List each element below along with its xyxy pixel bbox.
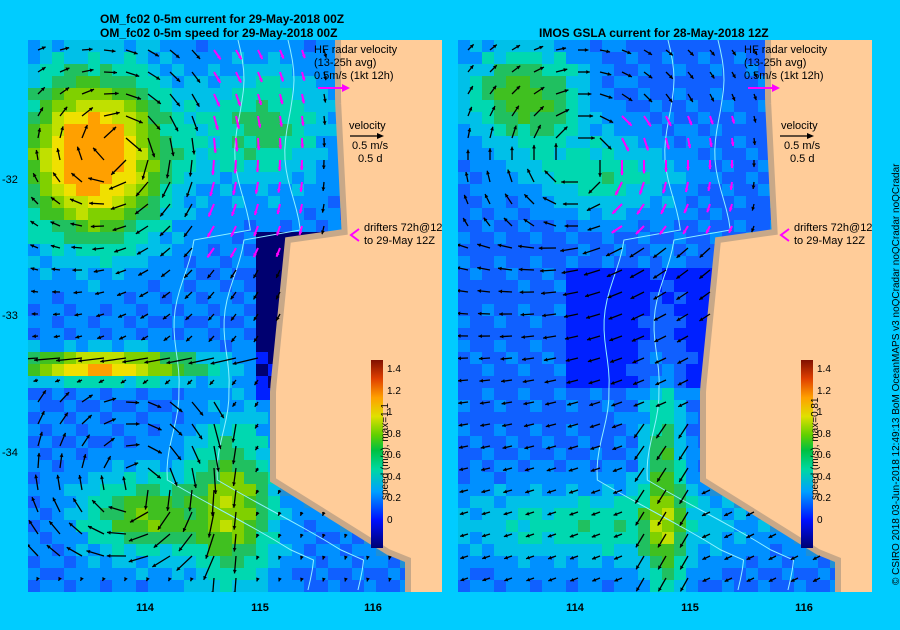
- colorbar-tick: 0: [387, 514, 393, 526]
- colorbar-tick: 0.6: [817, 450, 831, 461]
- credit-text: © CSIRO 2018 03-Jun-2018 12:49:13 BoM Oc…: [891, 163, 900, 585]
- hf-legend-line3-right: 0.5m/s (1kt 12h): [744, 70, 824, 82]
- colorbar-tick: 0.2: [387, 493, 401, 504]
- left-title-current: OM_fc02 0-5m current for 29-May-2018 00Z: [100, 12, 345, 26]
- lon-label-114-right: 114: [566, 602, 584, 614]
- hf-legend-line1-right: HF radar velocity: [744, 44, 828, 56]
- lon-label-116-right: 116: [795, 602, 813, 614]
- velocity-legend-line3-right: 0.5 d: [790, 153, 815, 165]
- hf-legend-line1: HF radar velocity: [314, 44, 398, 56]
- right-title: IMOS GSLA current for 28-May-2018 12Z: [539, 26, 769, 40]
- right-map-panel: HF radar velocity (13-25h avg) 0.5m/s (1…: [458, 40, 872, 592]
- colorbar-tick: 1: [817, 407, 823, 418]
- drifter-legend-line2-right: to 29-May 12Z: [794, 235, 865, 247]
- lat-label-34: -34: [2, 447, 18, 459]
- colorbar-tick: 0.4: [387, 471, 401, 483]
- drifter-legend-line1: drifters 72h@12h: [364, 222, 442, 234]
- velocity-legend-line1: velocity: [349, 120, 386, 132]
- left-map-panel: HF radar velocity (13-25h avg) 0.5m/s (1…: [28, 40, 442, 592]
- velocity-legend-line2-right: 0.5 m/s: [784, 140, 821, 152]
- lon-label-114-left: 114: [136, 602, 154, 614]
- colorbar-tick: 1.4: [387, 364, 401, 375]
- lat-label-33: -33: [2, 310, 18, 322]
- velocity-legend-line2: 0.5 m/s: [352, 140, 389, 152]
- lon-label-115-left: 115: [251, 602, 269, 614]
- drifter-legend-line1-right: drifters 72h@12h: [794, 222, 872, 234]
- left-title-speed: OM_fc02 0-5m speed for 29-May-2018 00Z: [100, 26, 338, 40]
- colorbar-tick: 1: [387, 407, 393, 418]
- hf-legend-line2-right: (13-25h avg): [744, 57, 807, 69]
- velocity-legend-line1-right: velocity: [781, 120, 818, 132]
- colorbar-tick: 0.4: [817, 471, 831, 483]
- colorbar-tick: 1.2: [387, 385, 401, 397]
- drifter-legend-line2: to 29-May 12Z: [364, 235, 435, 247]
- lon-label-116-left: 116: [364, 602, 382, 614]
- colorbar-tick: 0.8: [817, 428, 831, 440]
- hf-legend-line2: (13-25h avg): [314, 57, 377, 69]
- colorbar-tick: 0.8: [387, 428, 401, 440]
- lat-label-32: -32: [2, 174, 18, 186]
- colorbar-tick: 0: [817, 514, 823, 526]
- velocity-legend-line3: 0.5 d: [358, 153, 383, 165]
- colorbar-tick: 1.2: [817, 385, 831, 397]
- colorbar-tick: 1.4: [817, 364, 831, 375]
- lon-label-115-right: 115: [681, 602, 699, 614]
- colorbar-tick: 0.2: [817, 493, 831, 504]
- hf-legend-line3: 0.5m/s (1kt 12h): [314, 70, 394, 82]
- colorbar-tick: 0.6: [387, 450, 401, 461]
